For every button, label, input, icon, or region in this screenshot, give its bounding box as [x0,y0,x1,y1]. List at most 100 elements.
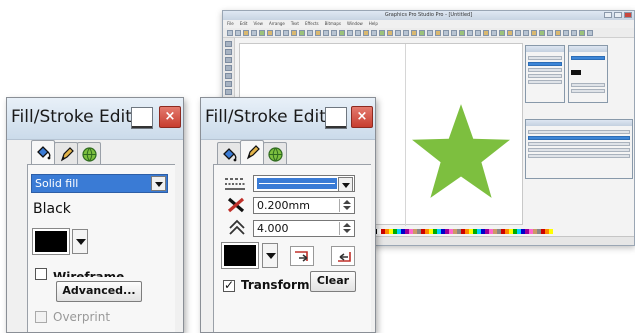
toolbar-icon[interactable] [291,30,297,36]
stroke-width-field[interactable]: 0.200mm [253,197,355,214]
fill-color-swatch[interactable] [32,228,70,255]
toolbar-icon[interactable] [539,30,545,36]
toolbar-icon[interactable] [371,30,377,36]
toolbar-icon[interactable] [523,30,529,36]
toolbar-icon[interactable] [467,30,473,36]
stroke-width-stepper[interactable] [339,199,353,212]
menu-arrange[interactable]: Arrange [269,20,285,28]
tool-icon[interactable] [225,73,232,79]
menu-text[interactable]: Text [291,20,299,28]
start-arrow-button[interactable] [290,246,314,266]
close-button[interactable]: × [351,106,373,128]
tool-icon[interactable] [225,57,232,63]
end-arrow-button[interactable] [331,246,355,266]
toolbar-icon[interactable] [507,30,513,36]
toolbar-icon[interactable] [435,30,441,36]
toolbar-icon[interactable] [339,30,345,36]
tab-object[interactable] [263,142,287,164]
tab-stroke[interactable] [54,142,78,164]
miter-limit-stepper[interactable] [339,222,353,235]
tab-object[interactable] [77,142,101,164]
toolbar-icon[interactable] [571,30,577,36]
tab-fill[interactable] [217,142,241,164]
toolbar-icon[interactable] [531,30,537,36]
star-polygon[interactable] [412,104,510,198]
tab-stroke[interactable] [240,140,264,164]
minimize-button[interactable] [325,107,347,129]
stroke-color-swatch[interactable] [221,242,259,269]
toolbar-icon[interactable] [475,30,481,36]
toolbar-icon[interactable] [307,30,313,36]
tool-icon[interactable] [225,49,232,55]
fill-type-select[interactable]: Solid fill [31,174,168,193]
minimize-button[interactable] [131,107,153,129]
toolbar-icon[interactable] [459,30,465,36]
menu-file[interactable]: File [227,20,234,28]
panel-titlebar[interactable]: Fill/Stroke Edit × [201,98,375,140]
line-style-select[interactable] [253,175,355,192]
tool-icon[interactable] [225,81,232,87]
app-maximize-button[interactable] [614,12,622,18]
toolbar-icon[interactable] [451,30,457,36]
toolbar-icon[interactable] [363,30,369,36]
toolbar-icon[interactable] [499,30,505,36]
app-minimize-button[interactable] [604,12,612,18]
toolbar-icon[interactable] [323,30,329,36]
chevron-down-icon[interactable] [338,177,353,192]
toolbar-icon[interactable] [299,30,305,36]
toolbar-icon[interactable] [235,30,241,36]
toolbar-icon[interactable] [379,30,385,36]
tab-fill[interactable] [31,140,55,164]
menu-window[interactable]: Window [347,20,363,28]
toolbar-icon[interactable] [267,30,273,36]
toolbar-icon[interactable] [419,30,425,36]
transform-checkbox[interactable] [223,278,235,292]
toolbar-icon[interactable] [251,30,257,36]
toolbar-icon[interactable] [347,30,353,36]
toolbar-icon[interactable] [227,30,233,36]
menu-help[interactable]: Help [369,20,378,28]
mini-panel-2 [568,45,608,103]
toolbar-icon[interactable] [579,30,585,36]
toolbar-icon[interactable] [315,30,321,36]
toolbar-icon[interactable] [491,30,497,36]
toolbar-icon[interactable] [331,30,337,36]
toolbar-icon[interactable] [427,30,433,36]
star-shape[interactable] [410,102,512,200]
close-button[interactable]: × [159,106,181,128]
toolbar-icon[interactable] [555,30,561,36]
miter-limit-field[interactable]: 4.000 [253,220,355,237]
advanced-button[interactable]: Advanced... [56,281,142,302]
tool-icon[interactable] [225,89,232,95]
overprint-checkbox[interactable] [35,311,47,323]
toolbar-icon[interactable] [259,30,265,36]
toolbar-icon[interactable] [411,30,417,36]
toolbar-icon[interactable] [483,30,489,36]
toolbar-icon[interactable] [515,30,521,36]
wireframe-checkbox[interactable] [35,268,47,280]
menu-bitmaps[interactable]: Bitmaps [325,20,341,28]
color-palette[interactable] [373,229,553,234]
toolbar-icon[interactable] [563,30,569,36]
tool-icon[interactable] [225,65,232,71]
toolbar-icon[interactable] [403,30,409,36]
panel-titlebar[interactable]: Fill/Stroke Edit × [7,98,183,140]
menu-effects[interactable]: Effects [305,20,319,28]
menu-view[interactable]: View [253,20,263,28]
menu-edit[interactable]: Edit [240,20,248,28]
toolbar-icon[interactable] [275,30,281,36]
app-close-button[interactable] [624,12,632,18]
tool-icon[interactable] [225,41,232,47]
clear-button[interactable]: Clear [310,271,356,292]
chevron-down-icon[interactable] [151,176,166,191]
toolbar-icon[interactable] [587,30,593,36]
toolbar-icon[interactable] [355,30,361,36]
toolbar-icon[interactable] [283,30,289,36]
toolbar-icon[interactable] [443,30,449,36]
stroke-color-dropdown[interactable] [262,243,278,268]
toolbar-icon[interactable] [395,30,401,36]
toolbar-icon[interactable] [547,30,553,36]
fill-color-dropdown[interactable] [72,229,88,254]
toolbar-icon[interactable] [387,30,393,36]
toolbar-icon[interactable] [243,30,249,36]
